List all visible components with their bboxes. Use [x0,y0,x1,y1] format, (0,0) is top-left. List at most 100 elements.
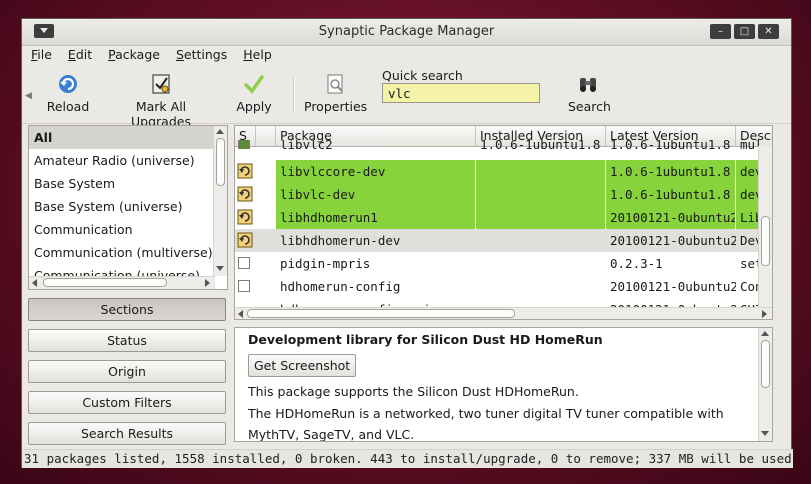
quick-search-input[interactable]: vlc [382,83,540,103]
menu-edit[interactable]: Edit [59,45,99,65]
menu-help[interactable]: Help [234,45,279,65]
scroll-right-icon[interactable] [762,310,767,318]
package-row[interactable]: libvlc-dev 1.0.6-1ubuntu1.8 develo [235,183,772,206]
menu-settings[interactable]: Settings [167,45,234,65]
reload-icon [59,75,77,93]
section-item[interactable]: Amateur Radio (universe) [29,149,227,172]
package-checkbox[interactable] [238,257,250,269]
maximize-icon[interactable]: □ [734,24,755,39]
marked-install-icon[interactable] [237,186,253,202]
package-row[interactable]: hdhomerun-config 20100121-0ubuntu2 Confi… [235,275,772,298]
binoculars-icon [580,78,596,92]
package-list: S Package Installed Version Latest Versi… [234,125,773,320]
marked-install-icon[interactable] [237,209,253,225]
search-results-button[interactable]: Search Results [28,422,226,445]
description-scroll-thumb[interactable] [761,340,770,388]
search-button[interactable]: Search [568,73,611,114]
sections-hscrollbar[interactable] [29,276,215,289]
properties-button[interactable]: Properties [304,73,368,114]
scroll-right-icon[interactable] [205,279,210,287]
apply-button[interactable]: Apply [234,73,274,114]
scroll-up-icon[interactable] [216,129,224,134]
installed-version [476,252,606,275]
package-hscroll-thumb[interactable] [247,309,515,318]
marked-install-icon[interactable] [237,232,253,248]
custom-filters-button[interactable]: Custom Filters [28,391,226,414]
apply-check-icon [244,75,264,94]
package-row[interactable]: pidgin-mpris 0.2.3-1 sets y [235,252,772,275]
section-item[interactable]: Communication [29,218,227,241]
quick-search-label: Quick search [382,68,463,83]
installed-version [476,183,606,206]
toolbar-grip-icon[interactable]: ◀ [25,91,32,101]
package-row[interactable]: libhdhomerun1 20100121-0ubuntu2 Librar [235,206,772,229]
package-name: libhdhomerun1 [276,206,476,229]
title-bar: Synaptic Package Manager – □ ✕ [22,19,791,46]
package-row[interactable]: libvlc2 1.0.6-1ubuntu1.8 1.0.6-1ubuntu1.… [235,140,761,149]
minimize-icon[interactable]: – [710,24,731,39]
status-bar: 31 packages listed, 1558 installed, 0 br… [22,449,793,468]
section-item[interactable]: All [29,126,227,149]
menu-file[interactable]: File [22,45,59,65]
scroll-down-icon[interactable] [216,266,224,271]
window-title: Synaptic Package Manager [318,24,495,39]
properties-label: Properties [304,99,368,114]
latest-version: 20100121-0ubuntu2 [610,279,736,294]
apply-label: Apply [236,99,272,114]
package-checkbox[interactable] [238,280,250,292]
installed-version [476,298,606,307]
toolbar-separator [293,77,295,113]
sections-list: All Amateur Radio (universe) Base System… [28,125,228,290]
description-vscrollbar[interactable] [758,328,772,441]
package-scroll-thumb[interactable] [761,216,770,266]
latest-version: 1.0.6-1ubuntu1.8 [606,183,736,206]
menu-package[interactable]: Package [99,45,167,65]
sections-hscroll-thumb[interactable] [43,278,167,287]
section-item[interactable]: Communication (multiverse) [29,241,227,264]
latest-version: 1.0.6-1ubuntu1.8 [606,160,736,183]
reload-label: Reload [46,99,90,114]
synaptic-window: Synaptic Package Manager – □ ✕ File Edit… [21,18,793,468]
marked-install-icon[interactable] [237,163,253,179]
scroll-down-icon[interactable] [761,431,769,436]
package-row-selected[interactable]: libhdhomerun-dev 20100121-0ubuntu2 Devel… [235,229,772,252]
package-hscrollbar[interactable] [235,307,772,319]
package-name: libvlc2 [280,140,333,149]
scroll-left-icon[interactable] [32,279,37,287]
latest-version: 0.2.3-1 [610,256,663,271]
latest-version: 20100121-0ubuntu2 [606,298,736,307]
status-button[interactable]: Status [28,329,226,352]
installed-version [476,275,606,298]
origin-button[interactable]: Origin [28,360,226,383]
sections-vscrollbar[interactable] [213,126,227,276]
section-item[interactable]: Base System (universe) [29,195,227,218]
package-name: hdhomerun-config-gui [276,298,476,307]
mark-all-upgrades-button[interactable]: Mark All Upgrades [106,73,216,129]
installed-version: 1.0.6-1ubuntu1.8 [480,140,601,149]
description-line: MythTV, SageTV, and VLC. [248,427,415,442]
properties-icon [327,74,343,94]
installed-version [476,160,606,183]
package-name: libhdhomerun-dev [280,233,401,248]
scroll-up-icon[interactable] [761,331,769,336]
section-item[interactable]: Base System [29,172,227,195]
description-line: The HDHomeRun is a networked, two tuner … [248,406,724,421]
sections-scroll-thumb[interactable] [216,138,225,186]
get-screenshot-button[interactable]: Get Screenshot [248,354,357,377]
description-line: This package supports the Silicon Dust H… [248,384,579,399]
sections-button[interactable]: Sections [28,298,226,321]
search-label: Search [568,99,611,114]
installed-version [476,206,606,229]
package-row[interactable]: hdhomerun-config-gui 20100121-0ubuntu2 G… [235,298,761,307]
package-name: pidgin-mpris [280,256,371,271]
package-row[interactable]: libvlccore-dev 1.0.6-1ubuntu1.8 develo [235,160,772,183]
scroll-left-icon[interactable] [238,310,243,318]
menu-bar: File Edit Package Settings Help [22,45,791,65]
latest-version: 20100121-0ubuntu2 [606,206,736,229]
installed-version [476,229,606,252]
package-vscrollbar[interactable] [758,146,772,307]
reload-button[interactable]: Reload [46,73,90,114]
package-name: libvlccore-dev [276,160,476,183]
close-icon[interactable]: ✕ [758,24,779,39]
installed-checkbox[interactable] [238,140,250,149]
